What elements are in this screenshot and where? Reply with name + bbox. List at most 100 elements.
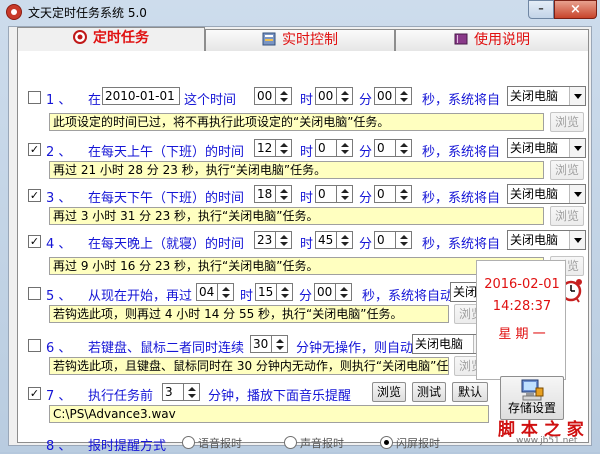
control-panel-icon: [262, 32, 276, 46]
task3-minute-spinner[interactable]: [337, 185, 353, 203]
task1-action-select[interactable]: 关闭电脑: [507, 86, 586, 106]
task1-browse-button[interactable]: 浏览: [550, 112, 584, 132]
task5-label: 从现在开始，再过: [88, 289, 193, 304]
minimize-button[interactable]: –: [528, 0, 554, 19]
task3-second-input[interactable]: 0: [374, 185, 396, 203]
task2-status: 再过 21 小时 28 分 23 秒，执行“关闭电脑”任务。: [49, 161, 544, 179]
task5-second-spinner[interactable]: [336, 283, 352, 301]
task2-label: 在每天上午（下班）的时间: [88, 145, 245, 160]
close-button[interactable]: ×: [554, 0, 597, 19]
task5-second-input[interactable]: 00: [314, 283, 336, 301]
task1-minute-spinner[interactable]: [337, 87, 353, 105]
task7-default-button[interactable]: 默认: [452, 382, 488, 402]
task1-date-input[interactable]: 2010-01-01: [102, 87, 180, 105]
task4-label: 在每天晚上（就寝）的时间: [88, 237, 245, 252]
task2-action-select[interactable]: 关闭电脑: [507, 138, 586, 158]
task4-hour-spinner[interactable]: [276, 231, 292, 249]
task2-second-input[interactable]: 0: [374, 139, 396, 157]
task2-number: 2 、: [46, 145, 72, 160]
task1-minute-label: 分: [359, 93, 373, 108]
task1-label: 在: [88, 93, 102, 108]
radio-voice-report[interactable]: [182, 436, 195, 449]
tab-realtime-control-label: 实时控制: [282, 32, 338, 48]
task2-hour-label: 时: [300, 145, 314, 160]
save-settings-button[interactable]: 存储设置: [500, 376, 564, 420]
task3-second-spinner[interactable]: [396, 185, 412, 203]
task7-label2: 分钟，播放下面音乐提醒: [208, 389, 352, 404]
task3-hour-label: 时: [300, 191, 314, 206]
task1-second-spinner[interactable]: [396, 87, 412, 105]
task3-checkbox[interactable]: ✓: [28, 189, 41, 202]
radio-sound-report[interactable]: [284, 436, 297, 449]
task4-action-value: 关闭电脑: [510, 233, 559, 247]
task7-test-button[interactable]: 测试: [412, 382, 446, 402]
task7-minutes-spinner[interactable]: [184, 383, 200, 401]
task4-hour-input[interactable]: 23: [254, 231, 276, 249]
task3-hour-input[interactable]: 18: [254, 185, 276, 203]
title-bar[interactable]: 文天定时任务系统 5.0 – ×: [0, 0, 600, 24]
task1-status: 此项设定的时间已过，将不再执行此项设定的“关闭电脑”任务。: [49, 113, 544, 131]
radio-flash-report[interactable]: [380, 436, 393, 449]
window-title: 文天定时任务系统 5.0: [28, 6, 147, 20]
tab-realtime-control[interactable]: 实时控制: [205, 29, 395, 51]
task3-label3: 秒，系统将自: [422, 191, 501, 206]
computer-icon: [521, 379, 544, 401]
current-weekday: 星 期 一: [498, 327, 546, 342]
task4-hour-label: 时: [300, 237, 314, 252]
dropdown-arrow-icon: [569, 185, 585, 203]
task4-minute-label: 分: [359, 237, 373, 252]
task5-hour-input[interactable]: 04: [196, 283, 218, 301]
tab-user-guide[interactable]: 使用说明: [395, 29, 589, 51]
task4-checkbox[interactable]: ✓: [28, 235, 41, 248]
dropdown-arrow-icon: [569, 87, 585, 105]
task2-minute-spinner[interactable]: [337, 139, 353, 157]
task7-checkbox[interactable]: ✓: [28, 387, 41, 400]
task1-label2: 这个时间: [184, 93, 237, 108]
task7-browse-button[interactable]: 浏览: [372, 382, 406, 402]
task3-action-value: 关闭电脑: [510, 187, 559, 201]
task4-minute-spinner[interactable]: [337, 231, 353, 249]
task5-minute-input[interactable]: 15: [255, 283, 277, 301]
task2-checkbox[interactable]: ✓: [28, 143, 41, 156]
book-icon: [454, 32, 468, 46]
task7-music-path[interactable]: C:\PS\Advance3.wav: [49, 405, 489, 423]
task3-hour-spinner[interactable]: [276, 185, 292, 203]
task2-browse-button[interactable]: 浏览: [550, 160, 584, 180]
save-settings-label: 存储设置: [507, 401, 556, 415]
app-icon: [6, 4, 22, 20]
task1-hour-input[interactable]: 00: [254, 87, 276, 105]
task5-checkbox[interactable]: [28, 287, 41, 300]
task1-action-value: 关闭电脑: [510, 89, 559, 103]
clock-display: 2016-02-01 14:28:37 星 期 一: [476, 260, 566, 380]
task5-hour-spinner[interactable]: [218, 283, 234, 301]
task4-minute-input[interactable]: 45: [315, 231, 337, 249]
main-window: 文天定时任务系统 5.0 – × 1 、 在 2010-01-01 这个时间 0…: [0, 0, 600, 454]
tab-timer-tasks[interactable]: 定时任务: [17, 27, 205, 51]
task6-minutes-spinner[interactable]: [272, 335, 288, 353]
task4-second-input[interactable]: 0: [374, 231, 396, 249]
task1-minute-input[interactable]: 00: [315, 87, 337, 105]
task3-minute-input[interactable]: 0: [315, 185, 337, 203]
task2-minute-label: 分: [359, 145, 373, 160]
task4-action-select[interactable]: 关闭电脑: [507, 230, 586, 250]
task1-second-input[interactable]: 00: [374, 87, 396, 105]
task3-action-select[interactable]: 关闭电脑: [507, 184, 586, 204]
task6-minutes-input[interactable]: 30: [250, 335, 272, 353]
task2-label3: 秒，系统将自: [422, 145, 501, 160]
task2-hour-input[interactable]: 12: [254, 139, 276, 157]
task6-status: 若钩选此项，且键盘、鼠标同时在 30 分钟内无动作，则执行“关闭电脑”任务。: [49, 357, 449, 375]
task5-minute-spinner[interactable]: [277, 283, 293, 301]
radio-sound-report-label: 声音报时: [300, 437, 344, 450]
task6-checkbox[interactable]: [28, 339, 41, 352]
task1-checkbox[interactable]: [28, 91, 41, 104]
task7-minutes-input[interactable]: 3: [162, 383, 184, 401]
current-time: 14:28:37: [492, 299, 552, 314]
task2-action-value: 关闭电脑: [510, 141, 559, 155]
task2-second-spinner[interactable]: [396, 139, 412, 157]
task5-hour-label: 时: [240, 289, 254, 304]
task2-minute-input[interactable]: 0: [315, 139, 337, 157]
task2-hour-spinner[interactable]: [276, 139, 292, 157]
task4-second-spinner[interactable]: [396, 231, 412, 249]
task3-browse-button[interactable]: 浏览: [550, 206, 584, 226]
task1-hour-spinner[interactable]: [276, 87, 292, 105]
